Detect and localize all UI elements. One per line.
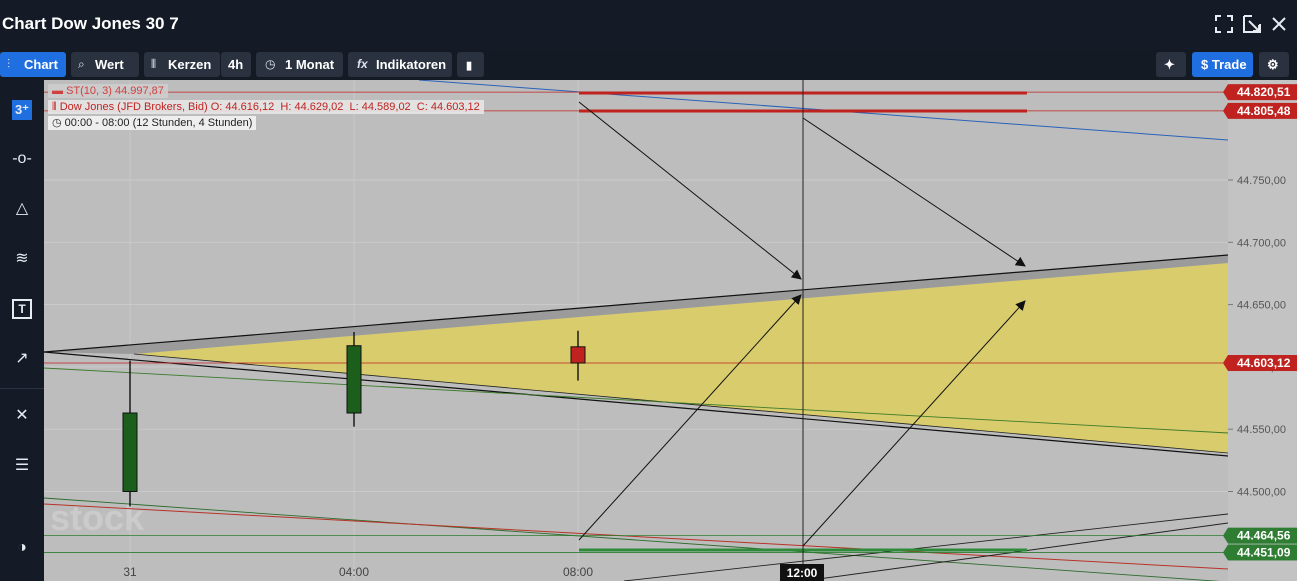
legend-ohlc: O: 44.616,12 H: 44.629,02 L: 44.589,02 C… bbox=[210, 101, 480, 113]
candles-button-label: Kerzen bbox=[168, 57, 212, 72]
chart-toolbar: ⫶ Chart ⌕ Wert ⫴ Kerzen 4h ◷ 1 Monat fx Indik… bbox=[0, 50, 1297, 80]
indicator-dash: ▬ bbox=[52, 85, 63, 97]
templates-icon[interactable]: 3⁺ bbox=[5, 97, 39, 123]
candle-body[interactable] bbox=[570, 346, 586, 364]
price-axis bbox=[1228, 80, 1297, 581]
drawing-sidebar: 3⁺ -o- △ ≋ T ↗ ✕ ☰ ◑ bbox=[0, 80, 44, 581]
y-tick-label: 44.700,00 bbox=[1237, 237, 1286, 249]
clock-icon: ◷ bbox=[265, 57, 276, 71]
indicators-button[interactable]: fx Indikatoren bbox=[348, 52, 452, 77]
interval-button[interactable]: 4h bbox=[221, 52, 251, 77]
sparkle-icon: ✦ bbox=[1164, 57, 1175, 72]
value-button[interactable]: ⌕ Wert bbox=[71, 52, 139, 77]
price-tag-label: 44.820,51 bbox=[1237, 85, 1291, 99]
legend-session-detail: (12 Stunden, 4 Stunden) bbox=[132, 117, 253, 129]
price-chart[interactable]: stock 44.750,0044.700,0044.650,0044.600,… bbox=[44, 80, 1297, 581]
magic-button[interactable]: ✦ bbox=[1156, 52, 1186, 77]
trade-button-label: Trade bbox=[1211, 57, 1247, 72]
x-tick-label: 31 bbox=[123, 565, 137, 579]
text-tool-icon[interactable]: T bbox=[5, 296, 39, 322]
range-label: 1 Monat bbox=[285, 57, 335, 72]
line-tool-icon[interactable]: -o- bbox=[5, 146, 39, 172]
legend-session: 00:00 - 08:00 bbox=[64, 117, 130, 129]
expand-icon[interactable] bbox=[1213, 15, 1235, 37]
chart-button-label: Chart bbox=[24, 57, 58, 72]
watermark: stock bbox=[50, 497, 145, 538]
legend-indicator-row[interactable]: ▬ ST(10, 3) 44.997,87 bbox=[48, 84, 168, 98]
candles-small-icon: ⫴ bbox=[52, 101, 57, 113]
candles-button[interactable]: ⫴ Kerzen bbox=[144, 52, 220, 77]
fib-tool-icon[interactable]: ≋ bbox=[5, 246, 39, 272]
price-tag-label: 44.603,12 bbox=[1237, 356, 1291, 370]
bookmark-button[interactable]: ▮ bbox=[457, 52, 484, 77]
y-tick-label: 44.550,00 bbox=[1237, 424, 1286, 436]
window-title: Chart Dow Jones 30 7 bbox=[2, 14, 179, 33]
x-tick-label: 08:00 bbox=[563, 565, 593, 579]
theme-icon[interactable]: ◑ bbox=[5, 535, 39, 561]
value-button-label: Wert bbox=[95, 57, 124, 72]
tools-icon[interactable]: ✕ bbox=[5, 403, 39, 429]
chart-button[interactable]: ⫶ Chart bbox=[0, 52, 66, 77]
gear-icon: ⚙ bbox=[1267, 57, 1279, 72]
dollar-icon: $ bbox=[1201, 57, 1209, 72]
interval-label: 4h bbox=[228, 57, 244, 72]
legend-indicator: ST(10, 3) bbox=[66, 85, 112, 97]
candle-body[interactable] bbox=[346, 345, 362, 414]
bookmark-icon: ▮ bbox=[466, 60, 473, 72]
settings-button[interactable]: ⚙ bbox=[1259, 52, 1289, 77]
candle-body[interactable] bbox=[122, 412, 138, 493]
arrow-tool-icon[interactable]: ↗ bbox=[5, 346, 39, 372]
legend-session-row[interactable]: ◷ 00:00 - 08:00 (12 Stunden, 4 Stunden) bbox=[48, 116, 257, 130]
watermark-text: stock bbox=[50, 497, 145, 538]
crosshair-time-tag: 12:00 bbox=[780, 564, 824, 581]
fx-icon: fx bbox=[357, 57, 368, 71]
popout-icon[interactable] bbox=[1241, 15, 1263, 37]
title-bar: Chart Dow Jones 30 7 bbox=[0, 0, 1297, 50]
legend-instrument-row[interactable]: ⫴ Dow Jones (JFD Brokers, Bid) O: 44.616… bbox=[48, 100, 484, 114]
search-icon: ⌕ bbox=[78, 57, 85, 71]
close-icon[interactable] bbox=[1268, 15, 1290, 37]
price-tag-label: 44.451,09 bbox=[1237, 545, 1291, 559]
y-tick-label: 44.650,00 bbox=[1237, 300, 1286, 312]
clock-small-icon: ◷ bbox=[52, 117, 62, 129]
trade-button[interactable]: $ Trade bbox=[1192, 52, 1253, 77]
y-tick-label: 44.750,00 bbox=[1237, 175, 1286, 187]
layers-icon[interactable]: ☰ bbox=[5, 453, 39, 479]
price-tag-label: 44.805,48 bbox=[1237, 104, 1291, 118]
chart-icon: ⫶ bbox=[7, 57, 11, 71]
legend-instrument: Dow Jones (JFD Brokers, Bid) bbox=[59, 101, 208, 113]
triangle-tool-icon[interactable]: △ bbox=[5, 196, 39, 222]
x-tick-label: 04:00 bbox=[339, 565, 369, 579]
y-tick-label: 44.500,00 bbox=[1237, 487, 1286, 499]
candles-icon: ⫴ bbox=[151, 57, 157, 71]
legend-indicator-value: 44.997,87 bbox=[114, 85, 164, 97]
indicators-label: Indikatoren bbox=[376, 57, 447, 72]
price-tag-label: 44.464,56 bbox=[1237, 529, 1291, 543]
crosshair-time-label: 12:00 bbox=[787, 566, 818, 580]
range-button[interactable]: ◷ 1 Monat bbox=[256, 52, 343, 77]
sidebar-divider bbox=[0, 388, 44, 389]
